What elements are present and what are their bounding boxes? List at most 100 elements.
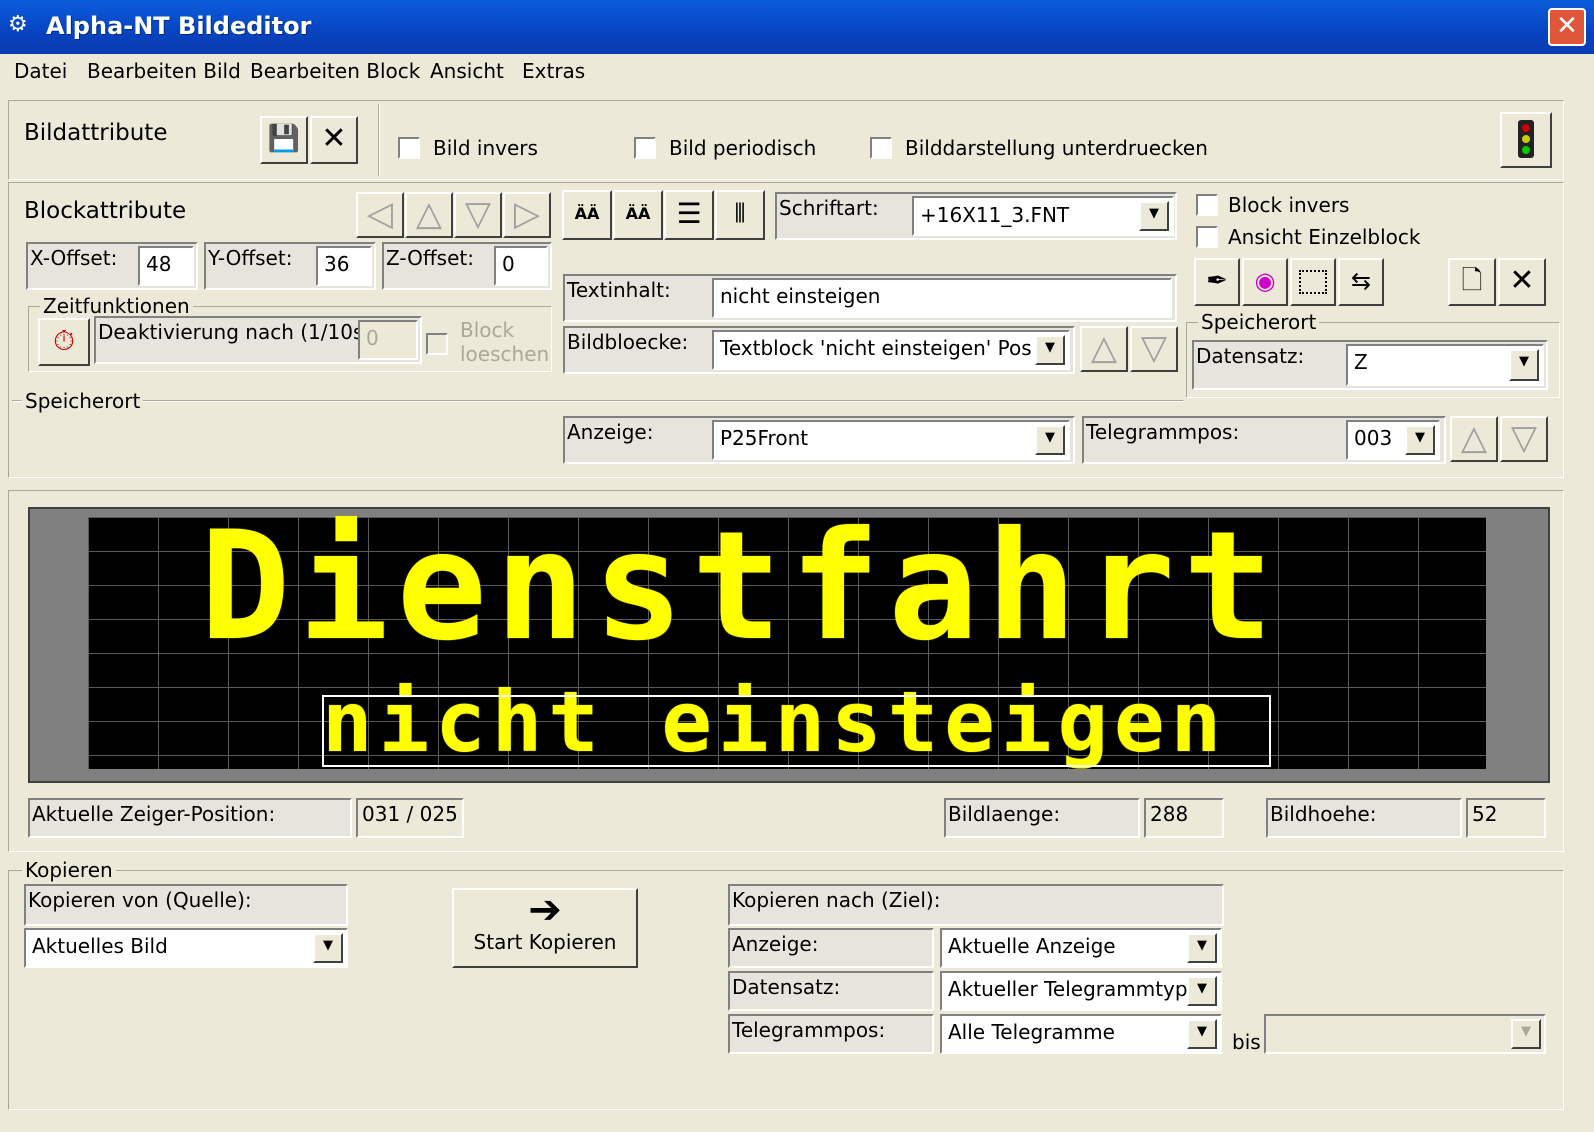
bildattribute-title: Bildattribute bbox=[24, 120, 168, 146]
new-block-button[interactable]: 🗋 bbox=[1448, 258, 1496, 306]
x-offset-label: X-Offset: bbox=[30, 246, 118, 270]
block-invers-checkbox[interactable] bbox=[1196, 194, 1218, 216]
start-kopieren-label: Start Kopieren bbox=[473, 930, 617, 954]
delete-block-button[interactable]: ✕ bbox=[1498, 258, 1546, 306]
window-title: Alpha-NT Bildeditor bbox=[46, 12, 312, 40]
textinhalt-input[interactable]: nicht einsteigen bbox=[712, 278, 1172, 318]
schriftart-select[interactable]: +16X11_3.FNT ▼ bbox=[912, 196, 1174, 236]
menu-bearbeiten-bild[interactable]: Bearbeiten Bild bbox=[87, 59, 241, 83]
kopieren-datensatz-select[interactable]: Aktueller Telegrammtyp ▼ bbox=[940, 971, 1222, 1011]
move-left-button[interactable]: ◁ bbox=[356, 192, 404, 238]
telegrammpos-value: 003 bbox=[1354, 426, 1393, 450]
kopieren-datensatz-value: Aktueller Telegrammtyp bbox=[948, 977, 1188, 1001]
bild-periodisch-label: Bild periodisch bbox=[669, 136, 817, 160]
deaktivierung-label: Deaktivierung nach (1/10s): bbox=[98, 320, 378, 344]
chevron-down-icon[interactable]: ▼ bbox=[1035, 335, 1065, 365]
start-kopieren-button[interactable]: ➔ Start Kopieren bbox=[452, 888, 638, 968]
bildbloecke-select[interactable]: Textblock 'nicht einsteigen' Pos 4 ▼ bbox=[712, 330, 1070, 370]
align-expand-button[interactable]: ÄÄ bbox=[562, 190, 612, 240]
triangle-left-icon: ◁ bbox=[366, 194, 394, 234]
bild-invers-checkbox[interactable] bbox=[398, 137, 420, 159]
datensatz-select[interactable]: Z ▼ bbox=[1346, 344, 1544, 386]
anzeige-select[interactable]: P25Front ▼ bbox=[712, 420, 1070, 460]
menu-datei[interactable]: Datei bbox=[14, 59, 67, 83]
move-down-button[interactable]: ▽ bbox=[454, 192, 502, 238]
chevron-down-icon[interactable]: ▼ bbox=[1139, 201, 1169, 231]
align-center-h-button[interactable]: ☰ bbox=[664, 190, 714, 240]
anzeige-label: Anzeige: bbox=[567, 420, 654, 444]
speicherort-title: Speicherort bbox=[22, 389, 144, 413]
close-window-button[interactable]: ✕ bbox=[1548, 8, 1586, 46]
pen-icon: ✒ bbox=[1206, 266, 1228, 296]
chevron-down-icon[interactable]: ▼ bbox=[1511, 1019, 1541, 1049]
y-offset-input[interactable]: 36 bbox=[316, 246, 372, 286]
z-offset-input[interactable]: 0 bbox=[494, 246, 548, 286]
zeiger-value: 031 / 025 bbox=[356, 798, 464, 838]
chevron-down-icon[interactable]: ▼ bbox=[313, 933, 343, 963]
move-up-button[interactable]: △ bbox=[405, 192, 453, 238]
deaktivierung-input[interactable]: 0 bbox=[358, 320, 418, 360]
triangle-up-icon: △ bbox=[1460, 418, 1488, 458]
block-loeschen-label: Block loeschen bbox=[460, 318, 549, 366]
move-right-button[interactable]: ▷ bbox=[503, 192, 551, 238]
edit-tool-button[interactable]: ✒ bbox=[1194, 258, 1240, 306]
traffic-light-icon bbox=[1518, 120, 1534, 158]
chevron-down-icon[interactable]: ▼ bbox=[1035, 425, 1065, 455]
triangle-down-icon: ▽ bbox=[464, 194, 492, 234]
x-icon: ✕ bbox=[321, 121, 347, 156]
select-tool-button[interactable] bbox=[1290, 258, 1336, 306]
kopieren-von-select[interactable]: Aktuelles Bild ▼ bbox=[24, 928, 348, 968]
menu-bearbeiten-block[interactable]: Bearbeiten Block bbox=[250, 59, 420, 83]
kopieren-anzeige-select[interactable]: Aktuelle Anzeige ▼ bbox=[940, 928, 1222, 968]
kopieren-von-label: Kopieren von (Quelle): bbox=[24, 884, 348, 926]
traffic-light-button[interactable] bbox=[1500, 112, 1552, 168]
chevron-down-icon[interactable]: ▼ bbox=[1187, 1019, 1217, 1049]
swap-arrows-icon: ⇆ bbox=[1350, 267, 1372, 295]
color-tool-button[interactable]: ◉ bbox=[1242, 258, 1288, 306]
zeitfunktionen-title: Zeitfunktionen bbox=[40, 294, 193, 318]
palette-icon: ◉ bbox=[1254, 267, 1276, 295]
bildlaenge-value: 288 bbox=[1144, 798, 1224, 838]
chevron-down-icon[interactable]: ▼ bbox=[1509, 349, 1539, 381]
triangle-down-icon: ▽ bbox=[1140, 328, 1168, 368]
timer-button[interactable]: ⏱ bbox=[38, 318, 90, 366]
align-condense-button[interactable]: ÄÄ bbox=[613, 190, 663, 240]
textinhalt-label: Textinhalt: bbox=[567, 278, 671, 302]
app-icon: ⚙ bbox=[8, 12, 28, 37]
block-down-button[interactable]: ▽ bbox=[1130, 326, 1178, 372]
block-loeschen-line2: loeschen bbox=[460, 342, 550, 366]
telegrammpos-up-button[interactable]: △ bbox=[1450, 416, 1498, 462]
telegrammpos-select[interactable]: 003 ▼ bbox=[1346, 420, 1440, 460]
menu-ansicht[interactable]: Ansicht bbox=[430, 59, 504, 83]
discard-button[interactable]: ✕ bbox=[310, 116, 358, 164]
bild-periodisch-checkbox[interactable] bbox=[634, 137, 656, 159]
zeiger-label: Aktuelle Zeiger-Position: bbox=[28, 798, 352, 838]
chevron-down-icon[interactable]: ▼ bbox=[1405, 425, 1435, 455]
kopieren-datensatz-label: Datensatz: bbox=[728, 971, 934, 1011]
x-offset-input[interactable]: 48 bbox=[138, 246, 194, 286]
telegrammpos-down-button[interactable]: ▽ bbox=[1500, 416, 1548, 462]
bis-select[interactable]: ▼ bbox=[1264, 1014, 1546, 1054]
kopieren-telegrammpos-select[interactable]: Alle Telegramme ▼ bbox=[940, 1014, 1222, 1054]
swap-tool-button[interactable]: ⇆ bbox=[1338, 258, 1384, 306]
datensatz-value: Z bbox=[1354, 350, 1368, 374]
align-horizontal-icon: ☰ bbox=[676, 197, 702, 230]
block-loeschen-checkbox[interactable] bbox=[426, 333, 448, 355]
text-condense-icon: ÄÄ bbox=[625, 204, 651, 223]
led-text-line1[interactable]: Dienstfahrt bbox=[200, 500, 1281, 674]
schriftart-value: +16X11_3.FNT bbox=[920, 203, 1070, 227]
bilddarstellung-checkbox[interactable] bbox=[870, 137, 892, 159]
save-button[interactable]: 💾 bbox=[260, 116, 308, 164]
ansicht-einzelblock-checkbox[interactable] bbox=[1196, 226, 1218, 248]
chevron-down-icon[interactable]: ▼ bbox=[1187, 976, 1217, 1006]
y-offset-label: Y-Offset: bbox=[208, 246, 293, 270]
chevron-down-icon[interactable]: ▼ bbox=[1187, 933, 1217, 963]
menu-extras[interactable]: Extras bbox=[522, 59, 585, 83]
block-up-button[interactable]: △ bbox=[1080, 326, 1128, 372]
align-center-v-button[interactable]: ⦀ bbox=[715, 190, 765, 240]
title-bar: ⚙ Alpha-NT Bildeditor bbox=[0, 0, 1594, 54]
bildbloecke-value: Textblock 'nicht einsteigen' Pos 4 bbox=[720, 336, 1051, 360]
text-spread-icon: ÄÄ bbox=[574, 204, 600, 223]
align-vertical-icon: ⦀ bbox=[734, 199, 746, 229]
bildbloecke-label: Bildbloecke: bbox=[567, 330, 689, 354]
